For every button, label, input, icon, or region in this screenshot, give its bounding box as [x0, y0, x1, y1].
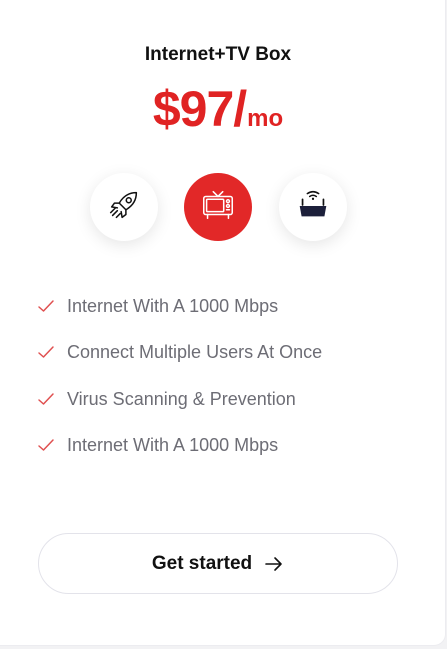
- rocket-icon: [105, 186, 143, 229]
- get-started-button[interactable]: Get started: [38, 533, 398, 594]
- price-slash: /: [233, 81, 248, 137]
- tv-option-button[interactable]: [184, 173, 252, 241]
- feature-item: Internet With A 1000 Mbps: [37, 296, 322, 342]
- router-box-option-button[interactable]: [279, 173, 347, 241]
- tv-icon: [199, 186, 237, 229]
- feature-label: Internet With A 1000 Mbps: [67, 296, 279, 316]
- plan-title: Internet+TV Box: [144, 44, 292, 65]
- get-started-label: Get started: [151, 552, 253, 574]
- checkmark-icon: [37, 435, 67, 458]
- arrow-right-icon: [264, 556, 284, 572]
- feature-item: Connect Multiple Users At Once: [37, 342, 322, 388]
- checkmark-icon: [37, 389, 67, 412]
- feature-label: Internet With A 1000 Mbps: [67, 434, 279, 455]
- feature-item: Virus Scanning & Prevention: [37, 389, 322, 435]
- feature-label: Virus Scanning & Prevention: [67, 388, 296, 409]
- router-box-icon: [294, 186, 332, 229]
- price: $97/mo: [0, 80, 436, 138]
- feature-label: Connect Multiple Users At Once: [67, 342, 323, 363]
- feature-item: Internet With A 1000 Mbps: [37, 435, 322, 481]
- feature-list: Internet With A 1000 Mbps Connect Multip…: [37, 296, 322, 481]
- pricing-card: Internet+TV Box $97/mo Internet With A 1…: [0, 0, 446, 646]
- rocket-option-button[interactable]: [90, 173, 158, 241]
- price-unit: mo: [247, 105, 284, 132]
- checkmark-icon: [37, 296, 67, 319]
- checkmark-icon: [37, 342, 67, 365]
- price-amount: $97: [152, 81, 234, 137]
- plan-option-icons: [0, 173, 436, 243]
